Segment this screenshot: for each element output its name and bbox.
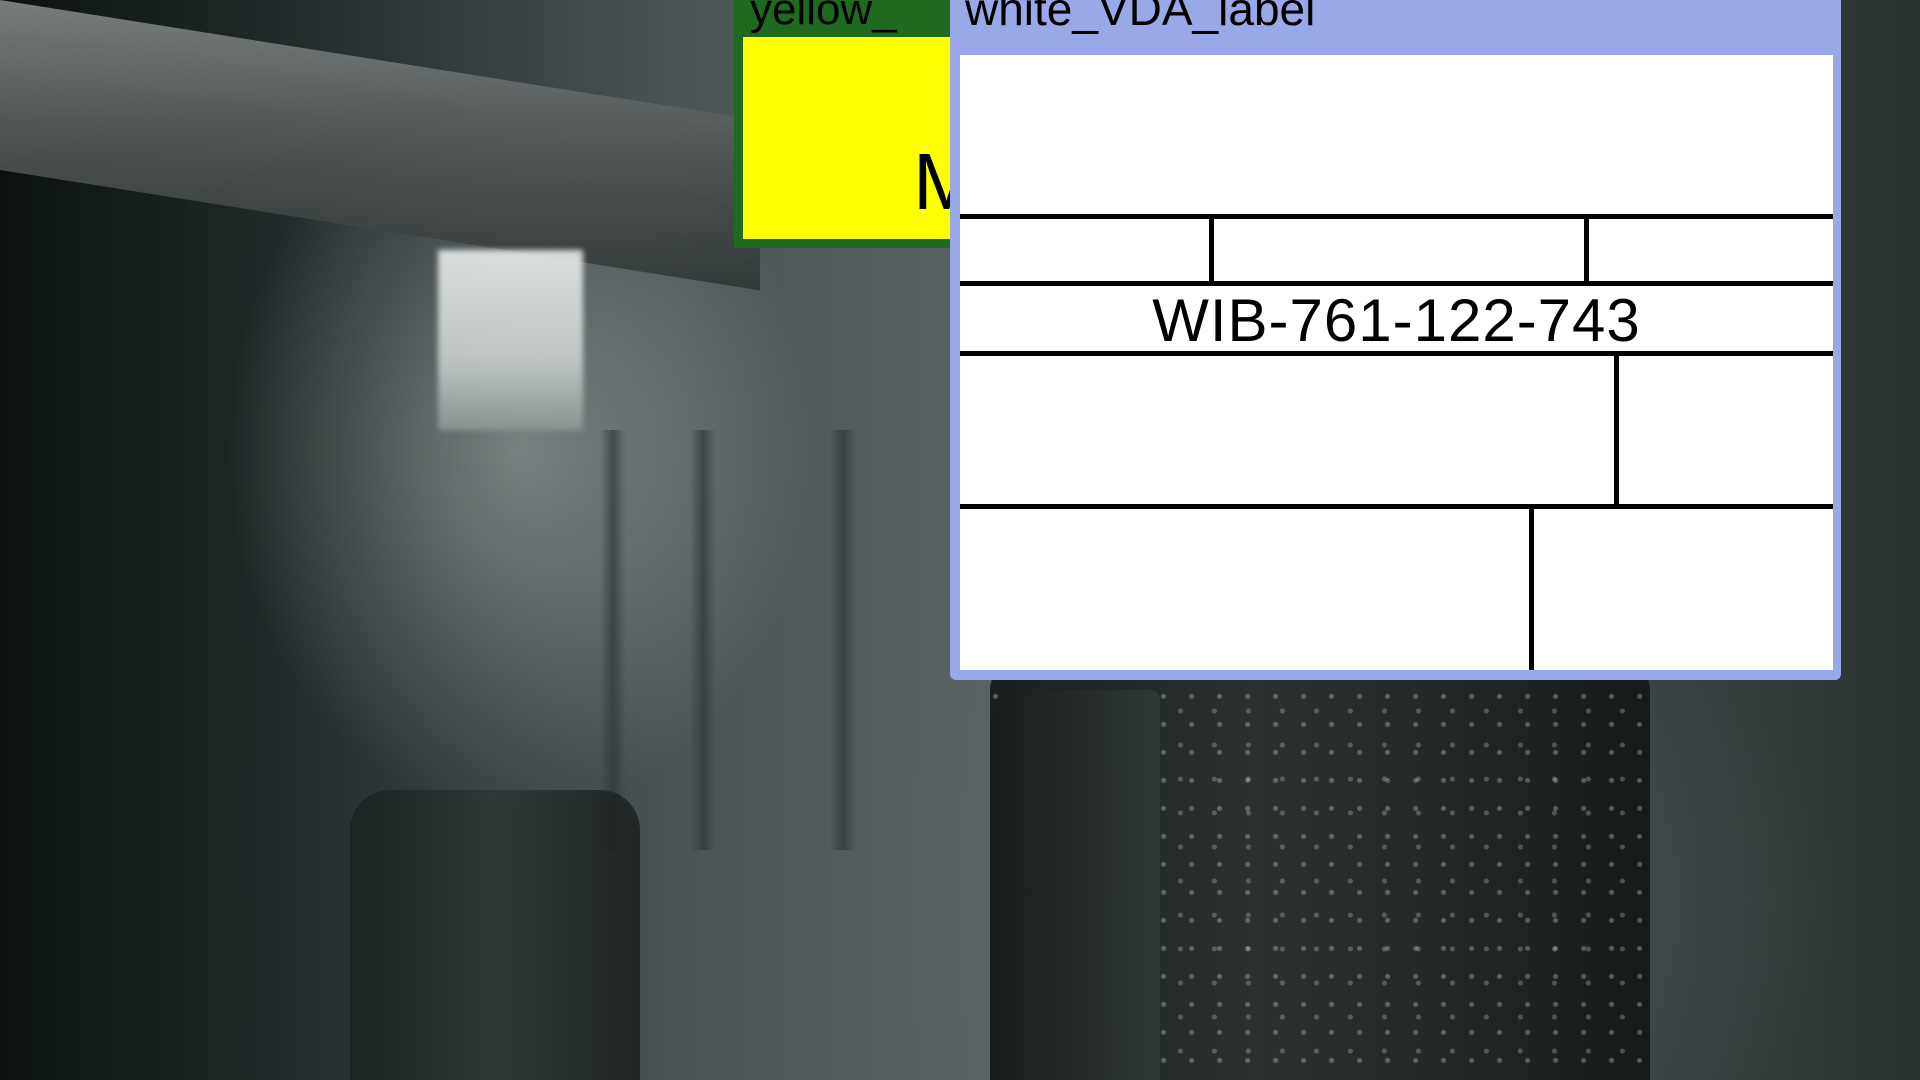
label-cell-row2-b [1214, 219, 1584, 281]
label-cell-row4-a [960, 356, 1614, 504]
label-cell-header [960, 55, 1833, 214]
scene: yellow_ M white_VDA_label WIB-761-122-74… [0, 0, 1920, 1080]
background-doorway [438, 250, 583, 430]
label-cell-row2-c [1589, 219, 1833, 281]
background-pillar [690, 430, 716, 850]
label-code-text: WIB-761-122-743 [1152, 287, 1641, 354]
label-grid-line [960, 281, 1833, 286]
background-pillar [600, 430, 626, 850]
background-pillar [830, 430, 856, 850]
white-vda-label-body: WIB-761-122-743 [960, 55, 1833, 670]
white-vda-label[interactable]: white_VDA_label WIB-761-122-743 [950, 0, 1841, 680]
yellow-label-title: yellow_ [750, 0, 897, 34]
label-cell-row2-a [960, 219, 1209, 281]
label-cell-row5-b [1534, 509, 1833, 670]
background-barrel [350, 790, 640, 1080]
white-vda-label-title: white_VDA_label [965, 0, 1316, 35]
label-cell-row5-a [960, 509, 1529, 670]
label-cell-row4-b [1619, 356, 1833, 504]
background-figure-arm [990, 690, 1160, 1080]
